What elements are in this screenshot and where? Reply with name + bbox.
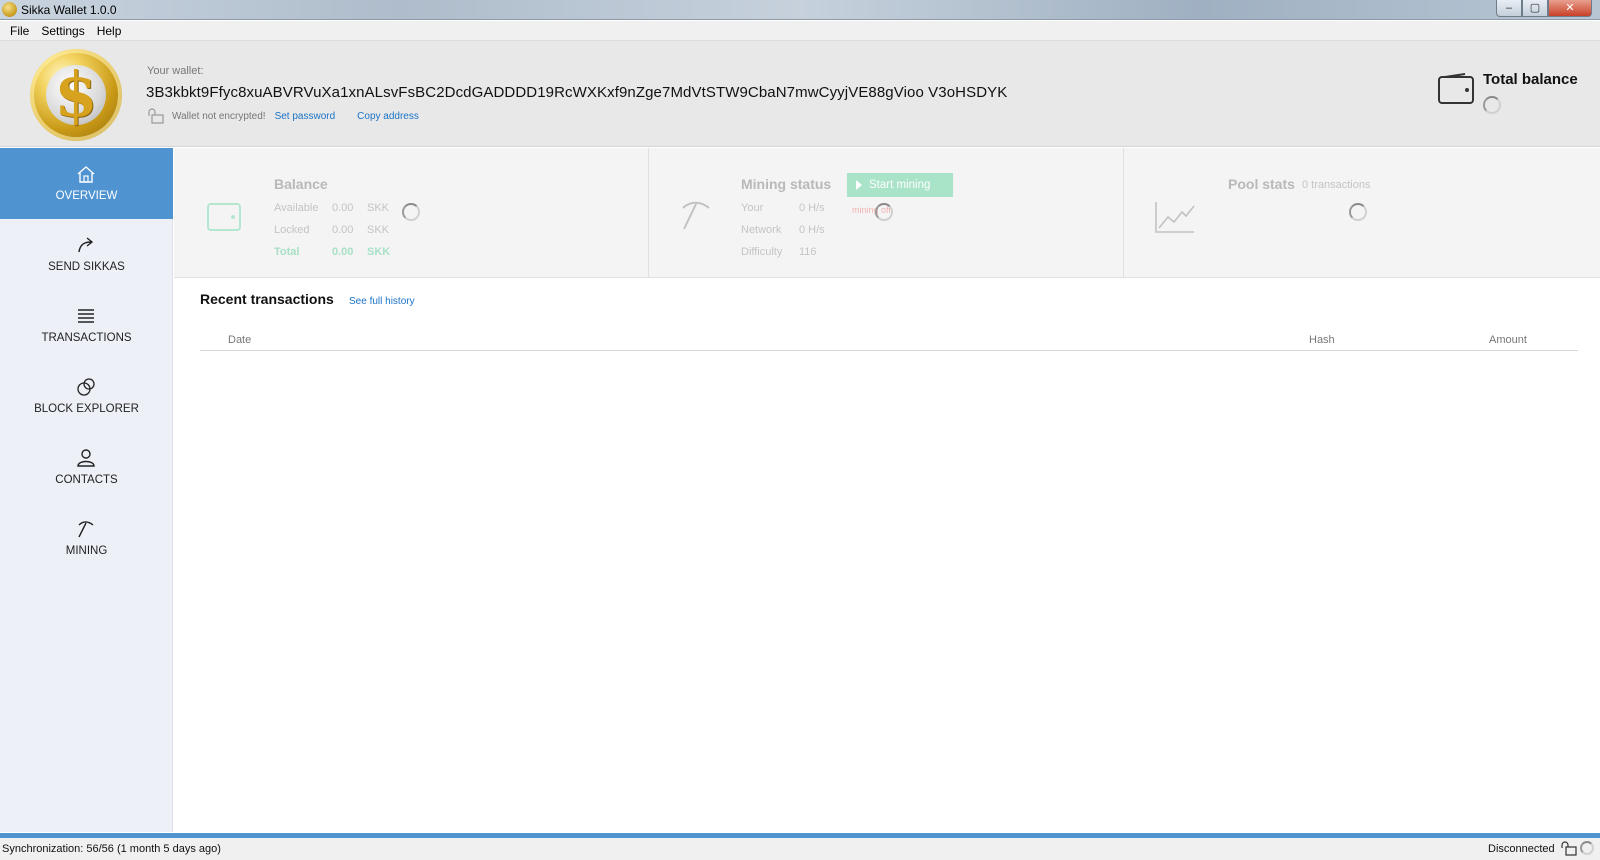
balance-locked-unit: SKK xyxy=(367,224,390,236)
total-balance-spinner-icon xyxy=(1483,96,1501,114)
balance-panel: Balance Available 0.00 SKK Locked 0.00 S… xyxy=(174,148,649,278)
balance-total-value: 0.00 xyxy=(332,246,354,258)
balance-spinner-icon xyxy=(402,203,420,221)
sidebar-item-label: MINING xyxy=(65,545,108,557)
sidebar-item-transactions[interactable]: TRANSACTIONS xyxy=(0,290,173,361)
wallet-header: $ Your wallet: 3B3kbkt9Ffyc8xuABVRVuXa1x… xyxy=(0,41,1600,147)
mining-difficulty-value: 116 xyxy=(799,246,817,258)
balance-total-label: Total xyxy=(274,246,300,258)
dollar-sign-icon: $ xyxy=(54,58,98,131)
sidebar-item-contacts[interactable]: CONTACTS xyxy=(0,432,173,503)
home-icon xyxy=(77,166,95,183)
encryption-status: Wallet not encrypted! xyxy=(172,110,266,122)
balance-available-unit: SKK xyxy=(367,202,390,214)
encryption-row: Wallet not encrypted! Set password Copy … xyxy=(146,108,441,124)
balance-available-value: 0.00 xyxy=(332,202,354,214)
sync-status: Synchronization: 56/56 (1 month 5 days a… xyxy=(2,843,221,855)
connection-spinner-icon xyxy=(1580,841,1594,855)
sidebar-item-label: CONTACTS xyxy=(55,474,118,486)
sidebar-item-block-explorer[interactable]: BLOCK EXPLORER xyxy=(0,361,173,432)
sidebar-item-label: SEND SIKKAS xyxy=(48,261,125,273)
mining-difficulty-label: Difficulty xyxy=(741,246,783,258)
line-chart-icon xyxy=(1155,202,1195,233)
status-bar: Synchronization: 56/56 (1 month 5 days a… xyxy=(0,838,1600,860)
set-password-link[interactable]: Set password xyxy=(275,111,336,122)
balance-available-label: Available xyxy=(274,202,319,214)
balance-title: Balance xyxy=(274,176,328,192)
list-icon xyxy=(78,309,94,323)
pool-stats-title: Pool stats xyxy=(1228,176,1295,192)
start-mining-button[interactable]: Start mining xyxy=(847,173,953,197)
column-hash[interactable]: Hash xyxy=(1309,334,1335,346)
wallet-label: Your wallet: xyxy=(147,65,204,77)
menu-settings[interactable]: Settings xyxy=(35,24,90,38)
sidebar-item-send-sikkas[interactable]: SEND SIKKAS xyxy=(0,219,173,290)
pool-stats-panel: Pool stats 0 transactions xyxy=(1124,148,1600,278)
sidebar-item-overview[interactable]: OVERVIEW xyxy=(0,148,173,219)
person-icon xyxy=(77,449,95,467)
unlocked-padlock-icon xyxy=(148,108,164,124)
mining-spinner-icon xyxy=(875,203,893,221)
balance-locked-value: 0.00 xyxy=(332,224,354,236)
wallet-icon xyxy=(1438,73,1474,104)
unlocked-padlock-icon[interactable] xyxy=(1560,841,1578,856)
mining-status-panel: Mining status Start mining mining off Yo… xyxy=(649,148,1124,278)
window-controls: – ▢ ✕ xyxy=(1496,0,1592,18)
mining-pickaxe-icon xyxy=(682,201,710,230)
play-icon xyxy=(856,180,862,190)
pool-transactions-count: 0 transactions xyxy=(1302,179,1371,191)
pickaxe-icon xyxy=(78,521,94,538)
menu-file[interactable]: File xyxy=(4,24,35,38)
sidebar-nav: OVERVIEW SEND SIKKAS TRANSACTIONS BLOCK … xyxy=(0,148,173,832)
balance-wallet-icon xyxy=(207,203,241,231)
column-amount[interactable]: Amount xyxy=(1489,334,1527,346)
total-balance-label: Total balance xyxy=(1483,71,1578,88)
column-date[interactable]: Date xyxy=(228,334,251,346)
mining-your-label: Your xyxy=(741,202,764,214)
wallet-address[interactable]: 3B3kbkt9Ffyc8xuABVRVuXa1xnALsvFsBC2DcdGA… xyxy=(146,84,1007,101)
balance-locked-label: Locked xyxy=(274,224,310,236)
see-full-history-link[interactable]: See full history xyxy=(349,296,415,307)
sidebar-item-label: OVERVIEW xyxy=(55,190,118,202)
mining-your-value: 0 H/s xyxy=(799,202,825,214)
send-arrow-icon xyxy=(78,237,94,253)
window-title: Sikka Wallet 1.0.0 xyxy=(21,3,117,17)
table-header-divider xyxy=(200,350,1578,351)
mining-network-value: 0 H/s xyxy=(799,224,825,236)
menu-bar: File Settings Help xyxy=(0,21,1600,41)
sidebar-item-label: TRANSACTIONS xyxy=(41,332,132,344)
sidebar-item-label: BLOCK EXPLORER xyxy=(34,403,139,415)
title-bar: Sikka Wallet 1.0.0 – ▢ ✕ xyxy=(0,0,1600,20)
copy-address-link[interactable]: Copy address xyxy=(357,111,419,122)
menu-help[interactable]: Help xyxy=(91,24,128,38)
minimize-button[interactable]: – xyxy=(1496,0,1522,17)
connection-status: Disconnected xyxy=(1488,843,1555,855)
balance-total-unit: SKK xyxy=(367,246,391,258)
explorer-circles-icon xyxy=(77,378,95,396)
maximize-button[interactable]: ▢ xyxy=(1522,0,1548,17)
pool-spinner-icon xyxy=(1349,203,1367,221)
start-mining-label: Start mining xyxy=(869,179,931,191)
sikka-coin-logo: $ xyxy=(30,49,122,141)
mining-status-title: Mining status xyxy=(741,176,832,192)
recent-transactions-title: Recent transactions xyxy=(200,291,334,307)
close-button[interactable]: ✕ xyxy=(1548,0,1592,17)
app-logo-icon xyxy=(2,2,17,17)
sidebar-item-mining[interactable]: MINING xyxy=(0,503,173,574)
overview-stats: Balance Available 0.00 SKK Locked 0.00 S… xyxy=(174,148,1600,278)
mining-network-label: Network xyxy=(741,224,782,236)
